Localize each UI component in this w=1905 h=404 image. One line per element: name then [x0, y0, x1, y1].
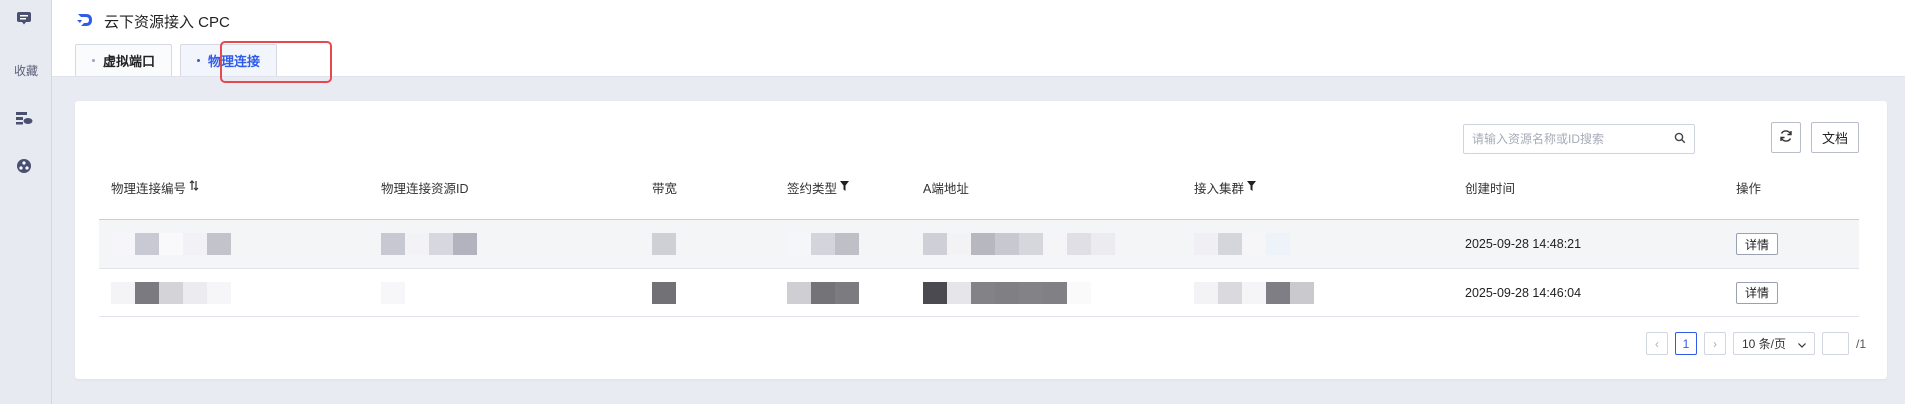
redacted-mosaic: [787, 281, 859, 304]
redacted-mosaic: [652, 233, 676, 255]
page-number-button[interactable]: 1: [1674, 332, 1697, 355]
page-total: /1: [1855, 336, 1866, 351]
search-box: [1463, 124, 1695, 154]
table-row[interactable]: 2025-09-28 14:46:04 详情: [99, 268, 1859, 317]
doc-button[interactable]: 文档: [1811, 122, 1859, 153]
redacted-mosaic: [923, 281, 1091, 304]
col-contract-type[interactable]: 签约类型: [775, 178, 911, 197]
redacted-mosaic: [111, 281, 231, 304]
refresh-button[interactable]: [1771, 122, 1801, 153]
tab-label: 虚拟端口: [103, 54, 156, 69]
network-icon[interactable]: [14, 156, 34, 176]
table-row[interactable]: 2025-09-28 14:48:21 详情: [99, 219, 1859, 268]
page-header: 云下资源接入 CPC 虚拟端口 物理连接: [52, 0, 1905, 83]
col-connection-number[interactable]: 物理连接编号: [99, 178, 369, 197]
chevron-left-icon: ‹: [1654, 336, 1659, 351]
col-bandwidth: 带宽: [652, 181, 678, 196]
page-jump-input[interactable]: [1821, 332, 1849, 355]
prev-page-button[interactable]: ‹: [1645, 332, 1668, 355]
collect-label[interactable]: 收藏: [0, 62, 52, 79]
redacted-mosaic: [111, 233, 231, 255]
message-icon[interactable]: [14, 8, 34, 28]
content-card: 文档 物理连接编号 物理连接资源ID 带宽 签约类型 A端地址 接入集群 创建时…: [75, 101, 1887, 379]
table-header: 物理连接编号 物理连接资源ID 带宽 签约类型 A端地址 接入集群 创建时间 操…: [99, 155, 1859, 219]
col-a-end-address: A端地址: [923, 181, 969, 196]
resource-cloud-icon[interactable]: [14, 108, 34, 128]
col-created-time: 创建时间: [1465, 181, 1516, 196]
redacted-mosaic: [923, 233, 1115, 255]
redacted-mosaic: [787, 233, 859, 255]
tab-dot: [197, 59, 201, 62]
pagination: ‹ 1 › 10 条/页 /1: [1645, 332, 1866, 355]
detail-button[interactable]: 详情: [1736, 233, 1779, 255]
col-resource-id: 物理连接资源ID: [381, 181, 469, 196]
next-page-button[interactable]: ›: [1703, 332, 1726, 355]
redacted-mosaic: [1194, 233, 1290, 255]
filter-icon[interactable]: [840, 180, 850, 194]
connection-table: 物理连接编号 物理连接资源ID 带宽 签约类型 A端地址 接入集群 创建时间 操…: [99, 155, 1859, 317]
tab-dot: [92, 59, 95, 62]
detail-button[interactable]: 详情: [1736, 281, 1779, 304]
tab-virtual-port[interactable]: 虚拟端口: [75, 44, 173, 76]
created-time: 2025-09-28 14:48:21: [1465, 237, 1582, 251]
created-time: 2025-09-28 14:46:04: [1465, 285, 1582, 300]
filter-icon[interactable]: [1247, 180, 1257, 194]
redacted-mosaic: [652, 281, 676, 304]
refresh-icon: [1779, 129, 1793, 146]
page-size-select[interactable]: 10 条/页: [1732, 332, 1815, 355]
cpc-logo-icon: [76, 12, 94, 28]
redacted-mosaic: [381, 233, 477, 255]
redacted-mosaic: [1194, 281, 1314, 304]
left-rail: 收藏: [0, 0, 52, 404]
search-input[interactable]: [1472, 132, 1674, 146]
search-icon[interactable]: [1674, 132, 1686, 147]
chevron-down-icon: [1798, 337, 1806, 351]
redacted-mosaic: [381, 281, 405, 304]
tab-highlight-box: [220, 41, 332, 83]
col-access-cluster[interactable]: 接入集群: [1182, 178, 1453, 197]
col-actions: 操作: [1736, 181, 1762, 196]
page-title: 云下资源接入 CPC: [104, 14, 230, 31]
chevron-right-icon: ›: [1712, 336, 1717, 351]
sort-icon[interactable]: [189, 180, 199, 194]
